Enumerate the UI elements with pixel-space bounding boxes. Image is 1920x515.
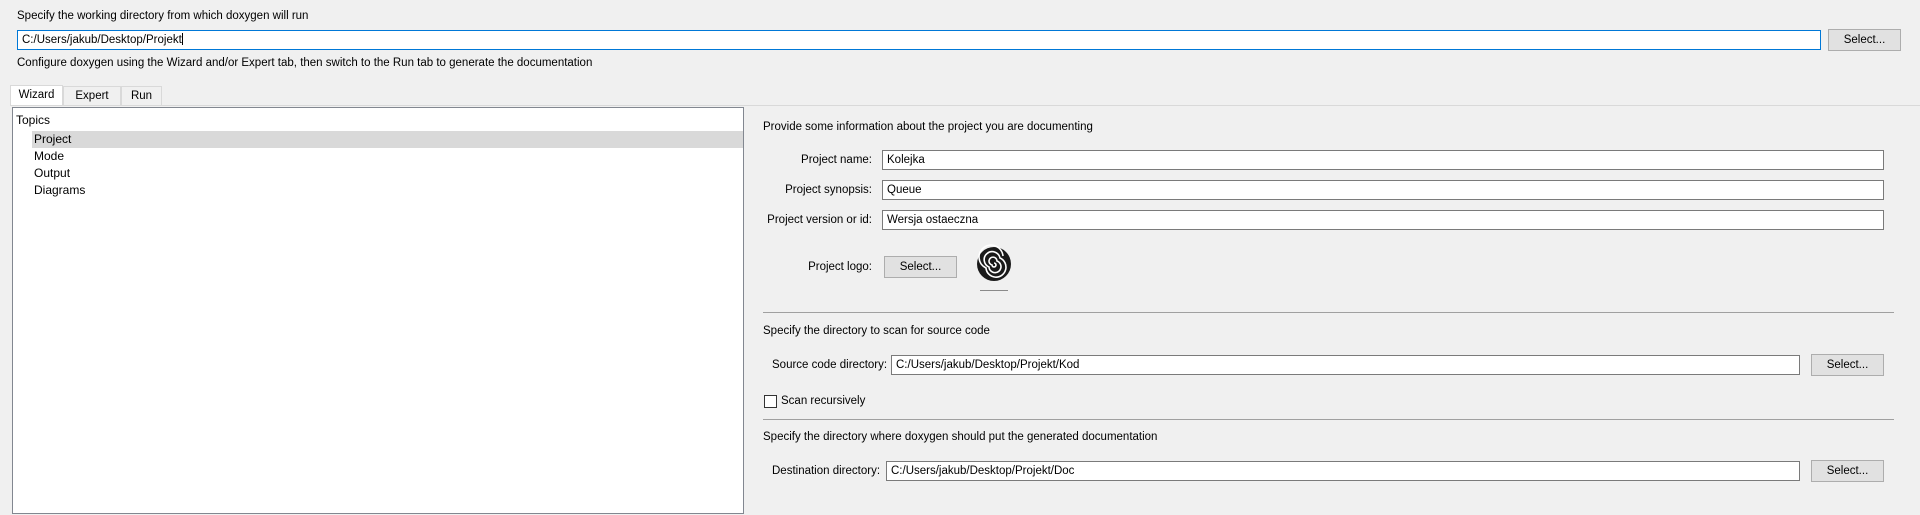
separator-2 [763,419,1894,420]
selection-highlight [32,131,743,148]
text-cursor [181,33,183,45]
project-synopsis-input[interactable]: Queue [882,180,1884,200]
separator-1 [763,312,1894,313]
source-dir-label: Source code directory: [772,359,888,371]
configure-hint: Configure doxygen using the Wizard and/o… [17,57,593,69]
destination-select-button[interactable]: Select... [1811,460,1884,482]
destination-intro: Specify the directory where doxygen shou… [763,431,1158,443]
destination-dir-input[interactable]: C:/Users/jakub/Desktop/Projekt/Doc [886,461,1800,481]
topics-header: Topics [16,113,51,127]
project-synopsis-label: Project synopsis: [785,184,872,196]
topic-item-mode[interactable]: Mode [34,148,64,164]
spiral-logo-icon [977,244,1011,291]
logo-preview [972,244,1016,296]
topic-item-diagrams[interactable]: Diagrams [34,182,85,198]
tab-expert[interactable]: Expert [63,86,121,105]
destination-dir-label: Destination directory: [772,465,881,477]
project-intro: Provide some information about the proje… [763,121,1093,133]
topic-item-project[interactable]: Project [34,131,71,147]
project-name-label: Project name: [801,154,872,166]
tab-run[interactable]: Run [121,86,162,105]
scan-recursively-label: Scan recursively [781,395,866,407]
project-version-input[interactable]: Wersja ostaeczna [882,210,1884,230]
source-dir-input[interactable]: C:/Users/jakub/Desktop/Projekt/Kod [891,355,1800,375]
project-version-label: Project version or id: [767,214,872,226]
workdir-select-button[interactable]: Select... [1828,29,1901,51]
project-name-input[interactable]: Kolejka [882,150,1884,170]
workdir-value: C:/Users/jakub/Desktop/Projekt [22,34,182,46]
scan-recursively-checkbox[interactable] [764,395,777,408]
topics-tree[interactable]: Topics [12,107,744,514]
topic-item-output[interactable]: Output [34,165,70,181]
workdir-prompt: Specify the working directory from which… [17,10,309,22]
source-select-button[interactable]: Select... [1811,354,1884,376]
project-logo-select-button[interactable]: Select... [884,256,957,278]
project-logo-label: Project logo: [808,261,872,273]
workdir-input[interactable]: C:/Users/jakub/Desktop/Projekt [17,30,1821,50]
tab-wizard[interactable]: Wizard [10,85,63,106]
source-intro: Specify the directory to scan for source… [763,325,990,337]
